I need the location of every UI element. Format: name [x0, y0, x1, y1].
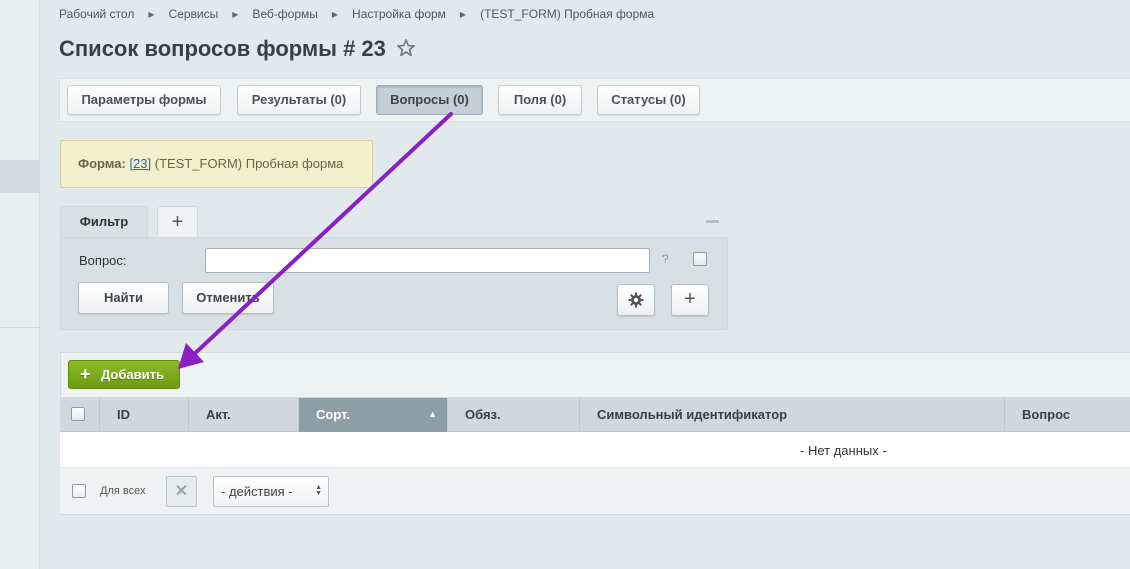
plus-icon: +	[684, 288, 696, 310]
column-header-required[interactable]: Обяз.	[448, 398, 580, 432]
gear-icon	[628, 292, 644, 308]
breadcrumb-item[interactable]: (TEST_FORM) Пробная форма	[480, 7, 654, 21]
breadcrumb-separator-icon: ▶	[459, 10, 467, 19]
left-sidebar	[0, 0, 40, 569]
tab-questions[interactable]: Вопросы (0)	[376, 85, 483, 115]
actions-select-value: - действия -	[221, 484, 293, 499]
add-filter-field-button[interactable]: +	[671, 284, 709, 316]
close-icon: ✕	[174, 483, 189, 500]
for-all-checkbox[interactable]	[72, 484, 86, 498]
form-info-box: Форма: [23] (TEST_FORM) Пробная форма	[60, 140, 373, 188]
tab-form-parameters[interactable]: Параметры формы	[67, 85, 221, 115]
tab-fields[interactable]: Поля (0)	[498, 85, 582, 115]
form-info-label: Форма:	[78, 156, 126, 171]
plus-icon: +	[171, 211, 184, 233]
filter-field-checkbox[interactable]	[693, 252, 707, 266]
tab-results[interactable]: Результаты (0)	[237, 85, 361, 115]
sort-ascending-icon: ▲	[428, 409, 437, 419]
filter-minimize-icon[interactable]	[706, 220, 719, 223]
question-field-label: Вопрос:	[79, 253, 127, 268]
filter-add-tab-button[interactable]: +	[157, 206, 198, 238]
column-header-id[interactable]: ID	[100, 398, 189, 432]
column-header-symbolic-id[interactable]: Символьный идентификатор	[580, 398, 1005, 432]
filter-settings-button[interactable]	[617, 284, 655, 316]
breadcrumb-item[interactable]: Рабочий стол	[59, 7, 134, 21]
delete-selected-button[interactable]: ✕	[166, 476, 197, 507]
breadcrumb-item[interactable]: Веб-формы	[252, 7, 318, 21]
empty-table-message: - Нет данных -	[800, 443, 887, 458]
breadcrumb-separator-icon: ▶	[232, 10, 239, 19]
plus-icon: +	[80, 364, 91, 384]
actions-select[interactable]: - действия - ▲ ▼	[213, 476, 329, 507]
grid-toolbar	[60, 352, 1130, 398]
form-id-link[interactable]: [23]	[129, 156, 151, 171]
breadcrumb: Рабочий стол ▶ Сервисы ▶ Веб-формы ▶ Настройка…	[59, 7, 654, 21]
tab-statuses[interactable]: Статусы (0)	[597, 85, 700, 115]
column-header-sort-label: Сорт.	[316, 407, 350, 422]
page-title: Список вопросов формы # 23	[59, 36, 386, 61]
help-icon[interactable]: ?	[662, 252, 669, 266]
column-header-active[interactable]: Акт.	[189, 398, 299, 432]
filter-tab[interactable]: Фильтр	[60, 206, 148, 238]
find-button[interactable]: Найти	[78, 282, 169, 314]
column-header-sort[interactable]: Сорт. ▲	[299, 398, 448, 432]
table-body	[60, 432, 1130, 468]
breadcrumb-item[interactable]: Сервисы	[168, 7, 218, 21]
breadcrumb-item[interactable]: Настройка форм	[352, 7, 446, 21]
select-all-checkbox[interactable]	[71, 407, 85, 421]
breadcrumb-separator-icon: ▶	[148, 10, 155, 19]
cancel-button[interactable]: Отменить	[182, 282, 274, 314]
form-info-name: (TEST_FORM) Пробная форма	[151, 156, 344, 171]
for-all-label: Для всех	[100, 485, 146, 497]
breadcrumb-separator-icon: ▶	[331, 10, 339, 19]
add-button-label: Добавить	[101, 367, 164, 382]
column-header-question[interactable]: Вопрос	[1005, 398, 1130, 432]
select-carets-icon: ▲ ▼	[315, 484, 322, 497]
sidebar-selected-item[interactable]	[0, 160, 39, 193]
favorite-star-icon[interactable]	[396, 38, 416, 58]
add-button[interactable]: + Добавить	[68, 360, 180, 389]
question-filter-input[interactable]	[205, 248, 650, 273]
sidebar-divider	[0, 327, 39, 328]
